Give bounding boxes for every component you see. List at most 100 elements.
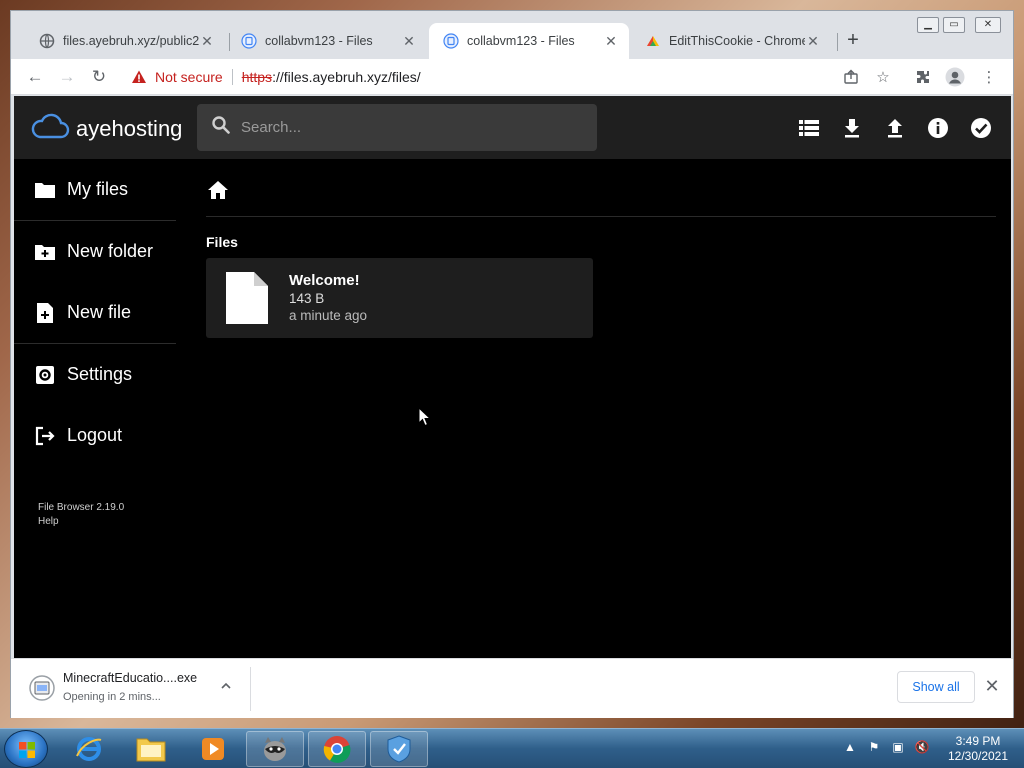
info-icon[interactable] (926, 116, 950, 140)
chevron-up-icon[interactable] (219, 679, 235, 695)
tab-strip: files.ayebruh.xyz/public2/ ✕ collabvm123… (11, 11, 1013, 59)
tab-public2[interactable]: files.ayebruh.xyz/public2/ ✕ (25, 23, 225, 59)
close-tab-icon[interactable]: ✕ (199, 33, 215, 49)
tab-editthiscookie[interactable]: EditThisCookie - Chrome ✕ (631, 23, 831, 59)
file-name: Welcome! (289, 272, 360, 289)
settings-icon (34, 364, 56, 386)
start-button[interactable] (4, 730, 48, 768)
brand-name: ayehosting (76, 115, 183, 141)
download-shelf: MinecraftEducatio....exe Opening in 2 mi… (11, 658, 1013, 718)
sidebar-item-logout[interactable]: Logout (14, 405, 176, 466)
windows-logo-icon (19, 742, 35, 758)
close-tab-icon[interactable]: ✕ (805, 33, 821, 49)
close-tab-icon[interactable]: ✕ (401, 33, 417, 49)
security-shield-icon[interactable] (370, 731, 428, 767)
sidebar-item-new-folder[interactable]: New folder (14, 221, 176, 282)
tab-collabvm-files-1[interactable]: collabvm123 - Files ✕ (227, 23, 427, 59)
show-all-button[interactable]: Show all (897, 671, 975, 703)
show-hidden-icons-icon[interactable]: ▲ (842, 739, 858, 755)
globe-icon (39, 33, 55, 49)
version-label[interactable]: File Browser 2.19.0 (38, 501, 124, 515)
tab-title: files.ayebruh.xyz/public2/ (63, 34, 199, 48)
file-explorer-icon[interactable] (122, 731, 180, 767)
installer-file-icon[interactable] (29, 675, 55, 701)
cookie-icon (645, 33, 661, 49)
new-tab-button[interactable]: + (843, 30, 863, 51)
cloud-icon (30, 112, 70, 145)
close-shelf-icon[interactable]: ✕ (983, 677, 1001, 695)
select-check-icon[interactable] (969, 116, 993, 140)
sidebar-item-my-files[interactable]: My files (14, 159, 176, 220)
mouse-cursor-icon (418, 406, 432, 427)
security-label[interactable]: Not secure (155, 69, 223, 85)
upload-icon[interactable] (883, 116, 907, 140)
sidebar-item-label: New folder (67, 241, 154, 261)
minimize-button[interactable]: ▁ (917, 17, 939, 33)
brand-logo[interactable]: ayehosting (30, 112, 182, 145)
folder-icon (34, 179, 56, 201)
warning-icon[interactable] (131, 69, 147, 85)
sidebar-item-label: My files (67, 179, 129, 199)
system-clock[interactable]: 3:49 PM 12/30/2021 (940, 734, 1016, 764)
volume-muted-icon[interactable]: 🔇 (914, 739, 930, 755)
app-credits: File Browser 2.19.0 Help (38, 501, 124, 529)
system-tray: ▲ ⚑ ▣ 🔇 (842, 739, 930, 755)
breadcrumb-divider (206, 216, 996, 217)
search-input[interactable] (241, 119, 581, 136)
reload-button[interactable]: ↻ (89, 67, 109, 87)
download-icon[interactable] (840, 116, 864, 140)
chrome-icon[interactable] (308, 731, 366, 767)
tab-separator (837, 33, 838, 51)
network-icon[interactable]: ▣ (890, 739, 906, 755)
share-icon[interactable] (841, 67, 861, 87)
back-button[interactable]: ← (25, 67, 45, 87)
forward-button[interactable]: → (57, 67, 77, 87)
search-icon (211, 115, 231, 140)
filebrowser-icon (241, 33, 257, 49)
clock-date: 12/30/2021 (947, 749, 1009, 763)
close-window-button[interactable]: ✕ (975, 17, 1001, 33)
file-size: 143 B (289, 291, 325, 306)
tab-title: collabvm123 - Files (467, 34, 575, 48)
taskbar: ▲ ⚑ ▣ 🔇 3:49 PM 12/30/2021 (0, 728, 1024, 768)
profile-avatar-icon[interactable] (945, 67, 965, 87)
download-status: Opening in 2 mins... (63, 691, 161, 703)
url-scheme: https (241, 69, 273, 85)
omnibox-divider (231, 69, 233, 85)
download-filename[interactable]: MinecraftEducatio....exe (63, 671, 197, 685)
sidebar-item-label: Settings (67, 364, 133, 384)
extensions-icon[interactable] (913, 67, 933, 87)
new-file-icon (34, 302, 56, 324)
close-tab-icon[interactable]: ✕ (603, 33, 619, 49)
raccoon-app-icon[interactable] (246, 731, 304, 767)
new-folder-icon (34, 241, 56, 263)
browser-window: files.ayebruh.xyz/public2/ ✕ collabvm123… (10, 10, 1014, 718)
file-modified: a minute ago (289, 308, 368, 323)
section-title: Files (206, 234, 238, 250)
sidebar-item-settings[interactable]: Settings (14, 344, 176, 405)
sidebar-item-new-file[interactable]: New file (14, 282, 176, 343)
file-browser-app: ayehosting Search... My files New folder… (14, 96, 1011, 658)
media-player-icon[interactable] (184, 731, 242, 767)
clock-time: 3:49 PM (955, 734, 1001, 748)
address-bar[interactable]: Not secure https://files.ayebruh.xyz/fil… (131, 63, 821, 91)
help-link[interactable]: Help (38, 515, 124, 529)
tab-title: EditThisCookie - Chrome (669, 34, 805, 48)
tab-collabvm-files-active[interactable]: collabvm123 - Files ✕ (429, 23, 629, 59)
home-icon[interactable] (207, 180, 231, 204)
filebrowser-icon (443, 33, 459, 49)
view-list-icon[interactable] (797, 116, 821, 140)
restore-button[interactable]: ▭ (943, 17, 965, 33)
url-text: ://files.ayebruh.xyz/files/ (272, 69, 421, 85)
app-header: ayehosting (14, 96, 1011, 159)
search-box[interactable] (197, 104, 597, 151)
tab-title: collabvm123 - Files (265, 34, 373, 48)
internet-explorer-icon[interactable] (60, 731, 118, 767)
action-center-flag-icon[interactable]: ⚑ (866, 739, 882, 755)
browser-toolbar: ← → ↻ Not secure https://files.ayebruh.x… (11, 59, 1013, 95)
menu-kebab-icon[interactable]: ⋮ (979, 67, 999, 87)
logout-icon (34, 425, 56, 447)
file-item[interactable]: Welcome! 143 B a minute ago (206, 258, 593, 338)
shelf-divider (250, 667, 251, 711)
bookmark-star-icon[interactable]: ☆ (873, 67, 893, 87)
